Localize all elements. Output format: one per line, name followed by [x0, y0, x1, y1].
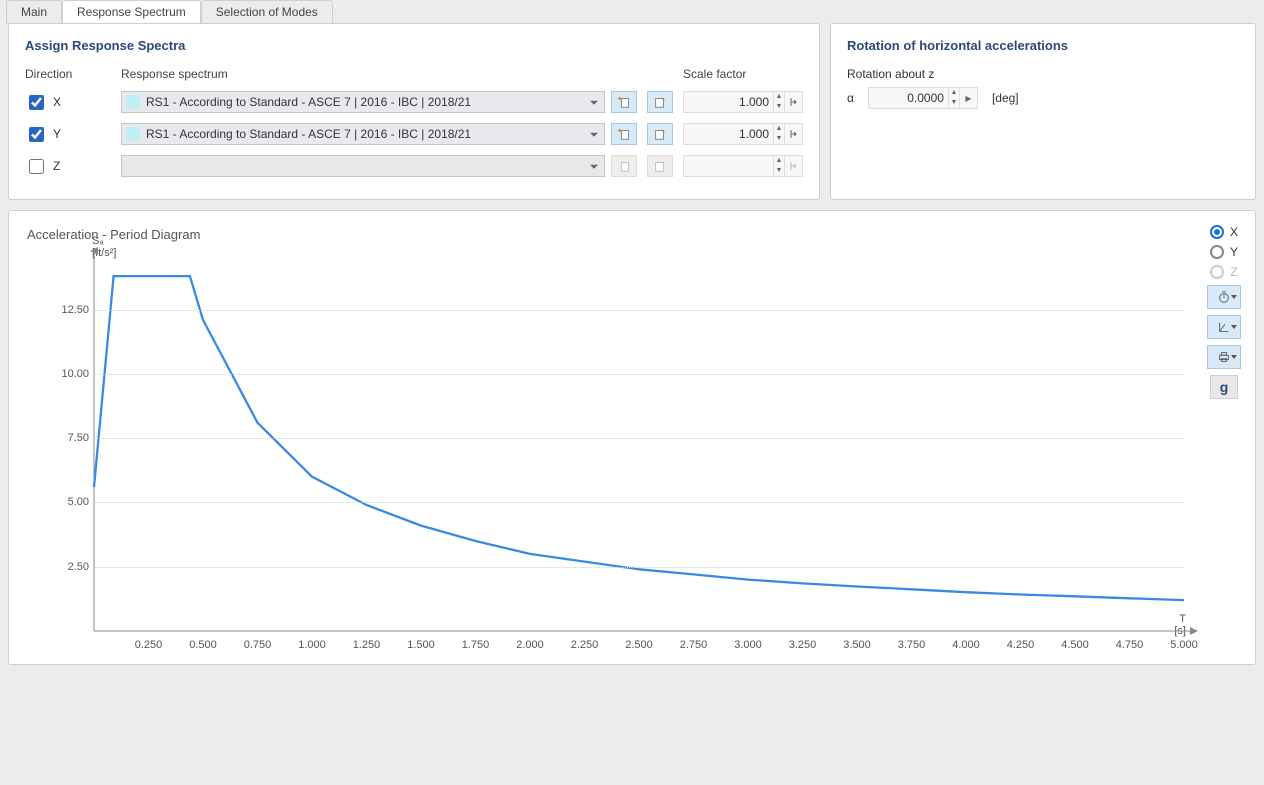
new-spectrum-y-button[interactable]	[611, 123, 637, 145]
y-axis-title: Sₐ [ft/s²]	[92, 235, 116, 259]
edit-spectrum-y-button[interactable]	[647, 123, 673, 145]
direction-z-label: Z	[53, 159, 60, 173]
scale-y-value: 1.000	[684, 127, 773, 141]
axes-icon	[1217, 320, 1231, 334]
chart-direction-x-radio[interactable]: X	[1210, 225, 1238, 239]
chevron-down-icon	[1231, 295, 1237, 299]
new-file-icon	[617, 127, 631, 141]
chart-direction-z-radio: Z	[1210, 265, 1237, 279]
new-spectrum-x-button[interactable]	[611, 91, 637, 113]
chart-plot: Sₐ [ft/s²] T [s] 2.505.007.5010.0012.500…	[94, 271, 1184, 631]
x-tick-label: 0.250	[135, 639, 163, 651]
y-tick-label: 2.50	[49, 561, 89, 573]
rotation-label: Rotation about z	[847, 67, 1239, 81]
scale-x-stepper[interactable]: ▲▼	[773, 92, 784, 112]
chart-g-button[interactable]: g	[1210, 375, 1238, 399]
x-tick-label: 1.250	[353, 639, 381, 651]
scale-y-stepper[interactable]: ▲▼	[773, 124, 784, 144]
y-tick-label: 10.00	[49, 368, 89, 380]
scale-x-assign-icon[interactable]	[784, 92, 802, 112]
chart-radio-z-label: Z	[1230, 265, 1237, 279]
x-tick-label: 4.750	[1116, 639, 1144, 651]
chart-axes-tool-button[interactable]	[1207, 315, 1241, 339]
g-icon: g	[1220, 379, 1229, 395]
rotation-unit: [deg]	[992, 91, 1019, 105]
chart-direction-y-radio[interactable]: Y	[1210, 245, 1238, 259]
open-file-icon	[653, 159, 667, 173]
rotation-input[interactable]: 0.0000 ▲▼ ▸	[868, 87, 978, 109]
y-tick-label: 5.00	[49, 496, 89, 508]
alpha-symbol: α	[847, 91, 854, 105]
x-tick-label: 1.750	[462, 639, 490, 651]
hdr-spectrum: Response spectrum	[121, 67, 605, 81]
rotation-value: 0.0000	[869, 91, 948, 105]
tab-response-spectrum[interactable]: Response Spectrum	[62, 0, 201, 24]
y-tick-label: 12.50	[49, 304, 89, 316]
x-tick-label: 4.000	[952, 639, 980, 651]
spectrum-swatch-icon	[126, 127, 140, 141]
chart-radio-y-label: Y	[1230, 245, 1238, 259]
chart-line	[94, 271, 1184, 631]
open-file-icon	[653, 95, 667, 109]
spectrum-select-y[interactable]: RS1 - According to Standard - ASCE 7 | 2…	[121, 123, 605, 145]
scale-z-assign-icon	[784, 156, 802, 176]
rotation-slider-icon[interactable]: ▸	[959, 88, 977, 108]
hdr-scale: Scale factor	[683, 67, 803, 81]
scale-z-stepper: ▲▼	[773, 156, 784, 176]
x-tick-label: 1.000	[298, 639, 326, 651]
spectrum-select-x[interactable]: RS1 - According to Standard - ASCE 7 | 2…	[121, 91, 605, 113]
direction-z-checkbox[interactable]: Z	[25, 156, 115, 177]
spectrum-select-z	[121, 155, 605, 177]
x-tick-label: 1.500	[407, 639, 435, 651]
x-tick-label: 0.500	[189, 639, 217, 651]
chevron-down-icon	[1231, 325, 1237, 329]
direction-x-label: X	[53, 95, 61, 109]
spectrum-x-value: RS1 - According to Standard - ASCE 7 | 2…	[146, 95, 471, 109]
scale-y-input[interactable]: 1.000 ▲▼	[683, 123, 803, 145]
new-file-icon	[617, 159, 631, 173]
new-file-icon	[617, 95, 631, 109]
tab-main[interactable]: Main	[6, 0, 62, 24]
chart-time-tool-button[interactable]	[1207, 285, 1241, 309]
chevron-down-icon	[1231, 355, 1237, 359]
scale-z-input: ▲▼	[683, 155, 803, 177]
direction-y-label: Y	[53, 127, 61, 141]
rotation-title: Rotation of horizontal accelerations	[847, 38, 1239, 53]
assign-spectra-title: Assign Response Spectra	[25, 38, 803, 53]
scale-x-value: 1.000	[684, 95, 773, 109]
edit-spectrum-x-button[interactable]	[647, 91, 673, 113]
chart-title: Acceleration - Period Diagram	[27, 227, 1241, 242]
x-tick-label: 3.500	[843, 639, 871, 651]
rotation-stepper[interactable]: ▲▼	[948, 88, 959, 108]
spectrum-y-value: RS1 - According to Standard - ASCE 7 | 2…	[146, 127, 471, 141]
printer-icon	[1217, 350, 1231, 364]
chart-print-tool-button[interactable]	[1207, 345, 1241, 369]
x-tick-label: 4.250	[1007, 639, 1035, 651]
x-tick-label: 2.500	[625, 639, 653, 651]
y-tick-label: 7.50	[49, 432, 89, 444]
edit-spectrum-z-button	[647, 155, 673, 177]
new-spectrum-z-button	[611, 155, 637, 177]
tab-selection-of-modes[interactable]: Selection of Modes	[201, 0, 333, 24]
x-tick-label: 2.000	[516, 639, 544, 651]
stopwatch-icon	[1217, 290, 1231, 304]
open-file-icon	[653, 127, 667, 141]
x-tick-label: 2.750	[680, 639, 708, 651]
direction-y-checkbox[interactable]: Y	[25, 124, 115, 145]
chart-radio-x-label: X	[1230, 225, 1238, 239]
direction-x-checkbox[interactable]: X	[25, 92, 115, 113]
spectrum-swatch-icon	[126, 95, 140, 109]
x-tick-label: 0.750	[244, 639, 272, 651]
x-tick-label: 3.750	[898, 639, 926, 651]
x-tick-label: 5.000	[1170, 639, 1198, 651]
x-tick-label: 4.500	[1061, 639, 1089, 651]
hdr-direction: Direction	[25, 67, 115, 81]
x-tick-label: 3.000	[734, 639, 762, 651]
scale-y-assign-icon[interactable]	[784, 124, 802, 144]
x-tick-label: 3.250	[789, 639, 817, 651]
scale-x-input[interactable]: 1.000 ▲▼	[683, 91, 803, 113]
x-tick-label: 2.250	[571, 639, 599, 651]
